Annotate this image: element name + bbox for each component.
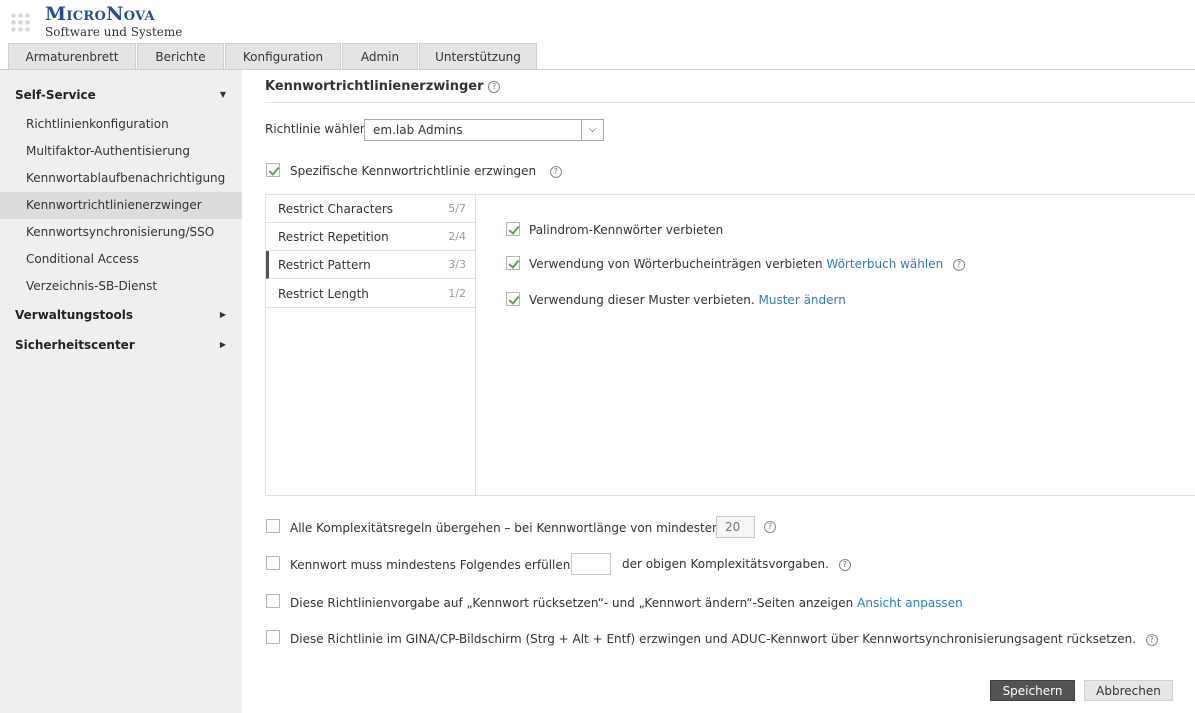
dictionary-checkbox[interactable] bbox=[506, 256, 520, 270]
sidebar-item-verzeichnis-sb-dienst[interactable]: Verzeichnis-SB-Dienst bbox=[0, 273, 242, 300]
dictionary-label: Verwendung von Wörterbucheinträgen verbi… bbox=[529, 257, 966, 271]
sidebar-item-kennwortrichtlinienerzwinger[interactable]: Kennwortrichtlinienerzwinger bbox=[0, 192, 242, 219]
pattern-label: Verwendung dieser Muster verbieten. Must… bbox=[529, 293, 846, 307]
sidebar-section-label: Verwaltungstools bbox=[15, 308, 134, 322]
rule-count: 3/3 bbox=[448, 258, 466, 271]
help-icon[interactable]: ? bbox=[1145, 633, 1158, 646]
app-header: MicroNova Software und Systeme Armaturen… bbox=[0, 0, 1195, 70]
tab-berichte[interactable]: Berichte bbox=[137, 43, 224, 70]
skip-complexity-label: Alle Komplexitätsregeln übergehen – bei … bbox=[290, 521, 726, 535]
sidebar-item-kennwortablauf[interactable]: Kennwortablaufbenachrichtigung bbox=[0, 165, 242, 192]
show-policy-text: Diese Richtlinienvorgabe auf „Kennwort r… bbox=[290, 596, 854, 610]
main-content: Kennwortrichtlinienerzwinger ? Richtlini… bbox=[242, 70, 1195, 713]
rule-list: Restrict Characters 5/7 Restrict Repetit… bbox=[266, 195, 476, 495]
customize-view-link[interactable]: Ansicht anpassen bbox=[857, 596, 963, 610]
sidebar-section-sicherheitscenter[interactable]: Sicherheitscenter ▶ bbox=[0, 331, 242, 359]
save-button[interactable]: Speichern bbox=[990, 680, 1075, 701]
rule-item-restrict-characters[interactable]: Restrict Characters 5/7 bbox=[266, 195, 475, 223]
help-icon[interactable]: ? bbox=[488, 80, 501, 93]
show-policy-checkbox[interactable] bbox=[266, 594, 280, 608]
tab-konfiguration[interactable]: Konfiguration bbox=[225, 43, 341, 70]
sidebar: Self-Service ▼ Richtlinienkonfiguration … bbox=[0, 70, 242, 713]
cancel-button[interactable]: Abbrechen bbox=[1084, 680, 1173, 701]
policy-label: Richtlinie wählen bbox=[265, 122, 368, 136]
policy-select-value: em.lab Admins bbox=[373, 123, 463, 137]
enforce-policy-text: Spezifische Kennwortrichtlinie erzwingen bbox=[290, 164, 537, 178]
pattern-checkbox[interactable] bbox=[506, 292, 520, 306]
sidebar-item-conditional-access[interactable]: Conditional Access bbox=[0, 246, 242, 273]
show-policy-label: Diese Richtlinienvorgabe auf „Kennwort r… bbox=[290, 596, 963, 610]
rule-item-restrict-pattern[interactable]: Restrict Pattern 3/3 bbox=[266, 251, 475, 279]
rule-label: Restrict Length bbox=[278, 287, 369, 301]
gina-enforce-label: Diese Richtlinie im GINA/CP-Bildschirm (… bbox=[290, 632, 1158, 646]
sidebar-item-richtlinienkonfiguration[interactable]: Richtlinienkonfiguration bbox=[0, 111, 242, 138]
pattern-text: Verwendung dieser Muster verbieten. bbox=[529, 293, 755, 307]
palindrome-checkbox[interactable] bbox=[506, 222, 520, 236]
caret-down-icon: ▼ bbox=[219, 90, 226, 99]
change-pattern-link[interactable]: Muster ändern bbox=[759, 293, 846, 307]
rule-label: Restrict Characters bbox=[278, 202, 394, 216]
rules-panel: Restrict Characters 5/7 Restrict Repetit… bbox=[265, 194, 1195, 496]
logo-icon bbox=[10, 12, 32, 34]
tab-admin[interactable]: Admin bbox=[342, 43, 418, 70]
help-icon[interactable]: ? bbox=[838, 558, 851, 571]
rule-count: 5/7 bbox=[448, 202, 466, 215]
min-rules-suffix: der obigen Komplexitätsvorgaben. ? bbox=[622, 557, 851, 571]
gina-enforce-checkbox[interactable] bbox=[266, 630, 280, 644]
policy-select[interactable]: em.lab Admins ⌵ bbox=[364, 119, 604, 141]
rule-label: Restrict Pattern bbox=[278, 258, 371, 272]
tab-unterstuetzung[interactable]: Unterstützung bbox=[419, 43, 537, 70]
sidebar-section-label: Self-Service bbox=[15, 88, 96, 102]
rule-count: 1/2 bbox=[448, 287, 466, 300]
sidebar-item-kennwortsynchronisierung[interactable]: Kennwortsynchronisierung/SSO bbox=[0, 219, 242, 246]
page-title-text: Kennwortrichtlinienerzwinger bbox=[265, 79, 484, 94]
help-icon[interactable]: ? bbox=[764, 521, 776, 533]
tab-armaturenbrett[interactable]: Armaturenbrett bbox=[8, 43, 136, 70]
min-rules-input[interactable] bbox=[571, 553, 611, 575]
help-icon[interactable]: ? bbox=[953, 258, 966, 271]
skip-complexity-checkbox[interactable] bbox=[266, 519, 280, 533]
rule-count: 2/4 bbox=[448, 230, 466, 243]
min-length-input[interactable]: 20 bbox=[716, 516, 755, 538]
rule-item-restrict-length[interactable]: Restrict Length 1/2 bbox=[266, 280, 475, 308]
rule-item-restrict-repetition[interactable]: Restrict Repetition 2/4 bbox=[266, 223, 475, 251]
gina-enforce-text: Diese Richtlinie im GINA/CP-Bildschirm (… bbox=[290, 632, 1137, 646]
min-rules-suffix-text: der obigen Komplexitätsvorgaben. bbox=[622, 557, 829, 571]
sidebar-section-verwaltungstools[interactable]: Verwaltungstools ▶ bbox=[0, 301, 242, 329]
choose-dictionary-link[interactable]: Wörterbuch wählen bbox=[826, 257, 943, 271]
enforce-policy-label: Spezifische Kennwortrichtlinie erzwingen… bbox=[290, 164, 562, 178]
main-tabs: Armaturenbrett Berichte Konfiguration Ad… bbox=[8, 43, 538, 70]
chevron-down-icon[interactable]: ⌵ bbox=[581, 120, 603, 140]
dictionary-text: Verwendung von Wörterbucheinträgen verbi… bbox=[529, 257, 823, 271]
min-rules-label: Kennwort muss mindestens Folgendes erfül… bbox=[290, 558, 581, 572]
brand-subtitle: Software und Systeme bbox=[45, 25, 183, 39]
enforce-policy-checkbox[interactable] bbox=[266, 163, 280, 177]
caret-right-icon: ▶ bbox=[219, 310, 226, 319]
title-divider bbox=[265, 102, 1195, 103]
caret-right-icon: ▶ bbox=[219, 340, 226, 349]
palindrome-label: Palindrom-Kennwörter verbieten bbox=[529, 223, 724, 237]
sidebar-section-self-service[interactable]: Self-Service ▼ bbox=[0, 81, 242, 109]
help-icon[interactable]: ? bbox=[549, 165, 562, 178]
sidebar-item-multifaktor[interactable]: Multifaktor-Authentisierung bbox=[0, 138, 242, 165]
page-title: Kennwortrichtlinienerzwinger ? bbox=[265, 79, 501, 94]
brand-title: MicroNova bbox=[45, 3, 155, 25]
rule-label: Restrict Repetition bbox=[278, 230, 389, 244]
min-rules-checkbox[interactable] bbox=[266, 556, 280, 570]
sidebar-section-label: Sicherheitscenter bbox=[15, 338, 135, 352]
